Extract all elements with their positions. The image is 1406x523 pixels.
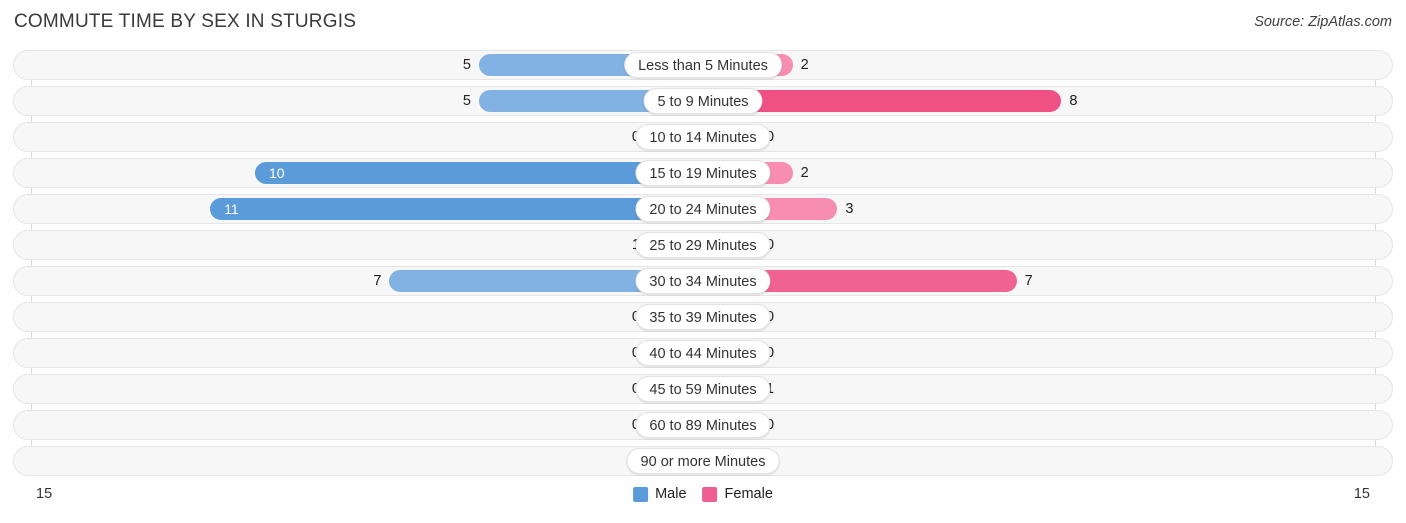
value-label-female: 0 <box>766 338 806 368</box>
value-label-male: 7 <box>373 273 382 289</box>
category-label-pill: 90 or more Minutes <box>626 448 780 474</box>
value-label-female: 8 <box>1069 93 1078 109</box>
category-label-pill: 35 to 39 Minutes <box>635 304 771 330</box>
chart-row: 5 2 Less than 5 Minutes <box>13 50 1393 80</box>
value-label-female: 0 <box>766 230 806 260</box>
chart-row: 0090 or more Minutes <box>13 446 1393 476</box>
value-label-male: 1 <box>600 230 640 260</box>
chart-row: 0 035 to 39 Minutes <box>13 302 1393 332</box>
value-label-male: 0 <box>600 374 640 404</box>
category-label-pill: 45 to 59 Minutes <box>635 376 771 402</box>
category-label-pill: 40 to 44 Minutes <box>635 340 771 366</box>
value-label-male: 5 <box>462 57 471 73</box>
value-label-female: 0 <box>766 122 806 152</box>
page-title: COMMUTE TIME BY SEX IN STURGIS <box>14 11 357 32</box>
chart-row: 5 8 5 to 9 Minutes <box>13 86 1393 116</box>
category-label-pill: 60 to 89 Minutes <box>635 412 771 438</box>
chart-row: 0 010 to 14 Minutes <box>13 122 1393 152</box>
chart-page: COMMUTE TIME BY SEX IN STURGIS Source: Z… <box>0 0 1406 523</box>
chart-footer: 15 15 Male Female <box>0 484 1406 514</box>
value-label-female: 0 <box>766 302 806 332</box>
value-label-male: 0 <box>600 302 640 332</box>
value-label-female: 7 <box>1024 273 1033 289</box>
category-label-pill: 25 to 29 Minutes <box>635 232 771 258</box>
value-label-male: 0 <box>600 410 640 440</box>
category-label-pill: 30 to 34 Minutes <box>635 268 771 294</box>
legend-swatch-icon <box>633 486 649 502</box>
value-label-male: 11 <box>224 201 239 217</box>
source-attribution: Source: ZipAtlas.com <box>1254 14 1392 30</box>
value-label-male: 5 <box>462 93 471 109</box>
category-label-pill: Less than 5 Minutes <box>624 52 782 78</box>
legend-item[interactable]: Female <box>702 486 773 502</box>
axis-end-label-left: 15 <box>36 486 53 502</box>
chart-row: 7 7 30 to 34 Minutes <box>13 266 1393 296</box>
value-label-male: 10 <box>269 165 285 181</box>
chart-row: 10 2 15 to 19 Minutes <box>13 158 1393 188</box>
legend-swatch-icon <box>702 486 718 502</box>
legend-label: Male <box>655 486 687 502</box>
bar-male <box>210 198 703 220</box>
value-label-female: 2 <box>800 57 809 73</box>
value-label-female: 0 <box>766 410 806 440</box>
value-label-male: 0 <box>600 338 640 368</box>
chart-row: 0 145 to 59 Minutes <box>13 374 1393 404</box>
chart-plot-area: 52Less than 5 Minutes585 to 9 Minutes001… <box>0 50 1406 482</box>
category-label-pill: 10 to 14 Minutes <box>635 124 771 150</box>
value-label-male: 0 <box>600 122 640 152</box>
chart-row: 1 025 to 29 Minutes <box>13 230 1393 260</box>
category-label-pill: 20 to 24 Minutes <box>635 196 771 222</box>
value-label-female: 1 <box>766 374 806 404</box>
category-label-pill: 5 to 9 Minutes <box>643 88 763 114</box>
category-label-pill: 15 to 19 Minutes <box>635 160 771 186</box>
legend-label: Female <box>724 486 773 502</box>
chart-row: 0 040 to 44 Minutes <box>13 338 1393 368</box>
value-label-female: 2 <box>800 165 809 181</box>
axis-end-label-right: 15 <box>1353 486 1370 502</box>
chart-row: 11 3 20 to 24 Minutes <box>13 194 1393 224</box>
chart-row: 0 060 to 89 Minutes <box>13 410 1393 440</box>
chart-legend: Male Female <box>633 486 773 502</box>
value-label-female: 3 <box>845 201 854 217</box>
legend-item[interactable]: Male <box>633 486 687 502</box>
